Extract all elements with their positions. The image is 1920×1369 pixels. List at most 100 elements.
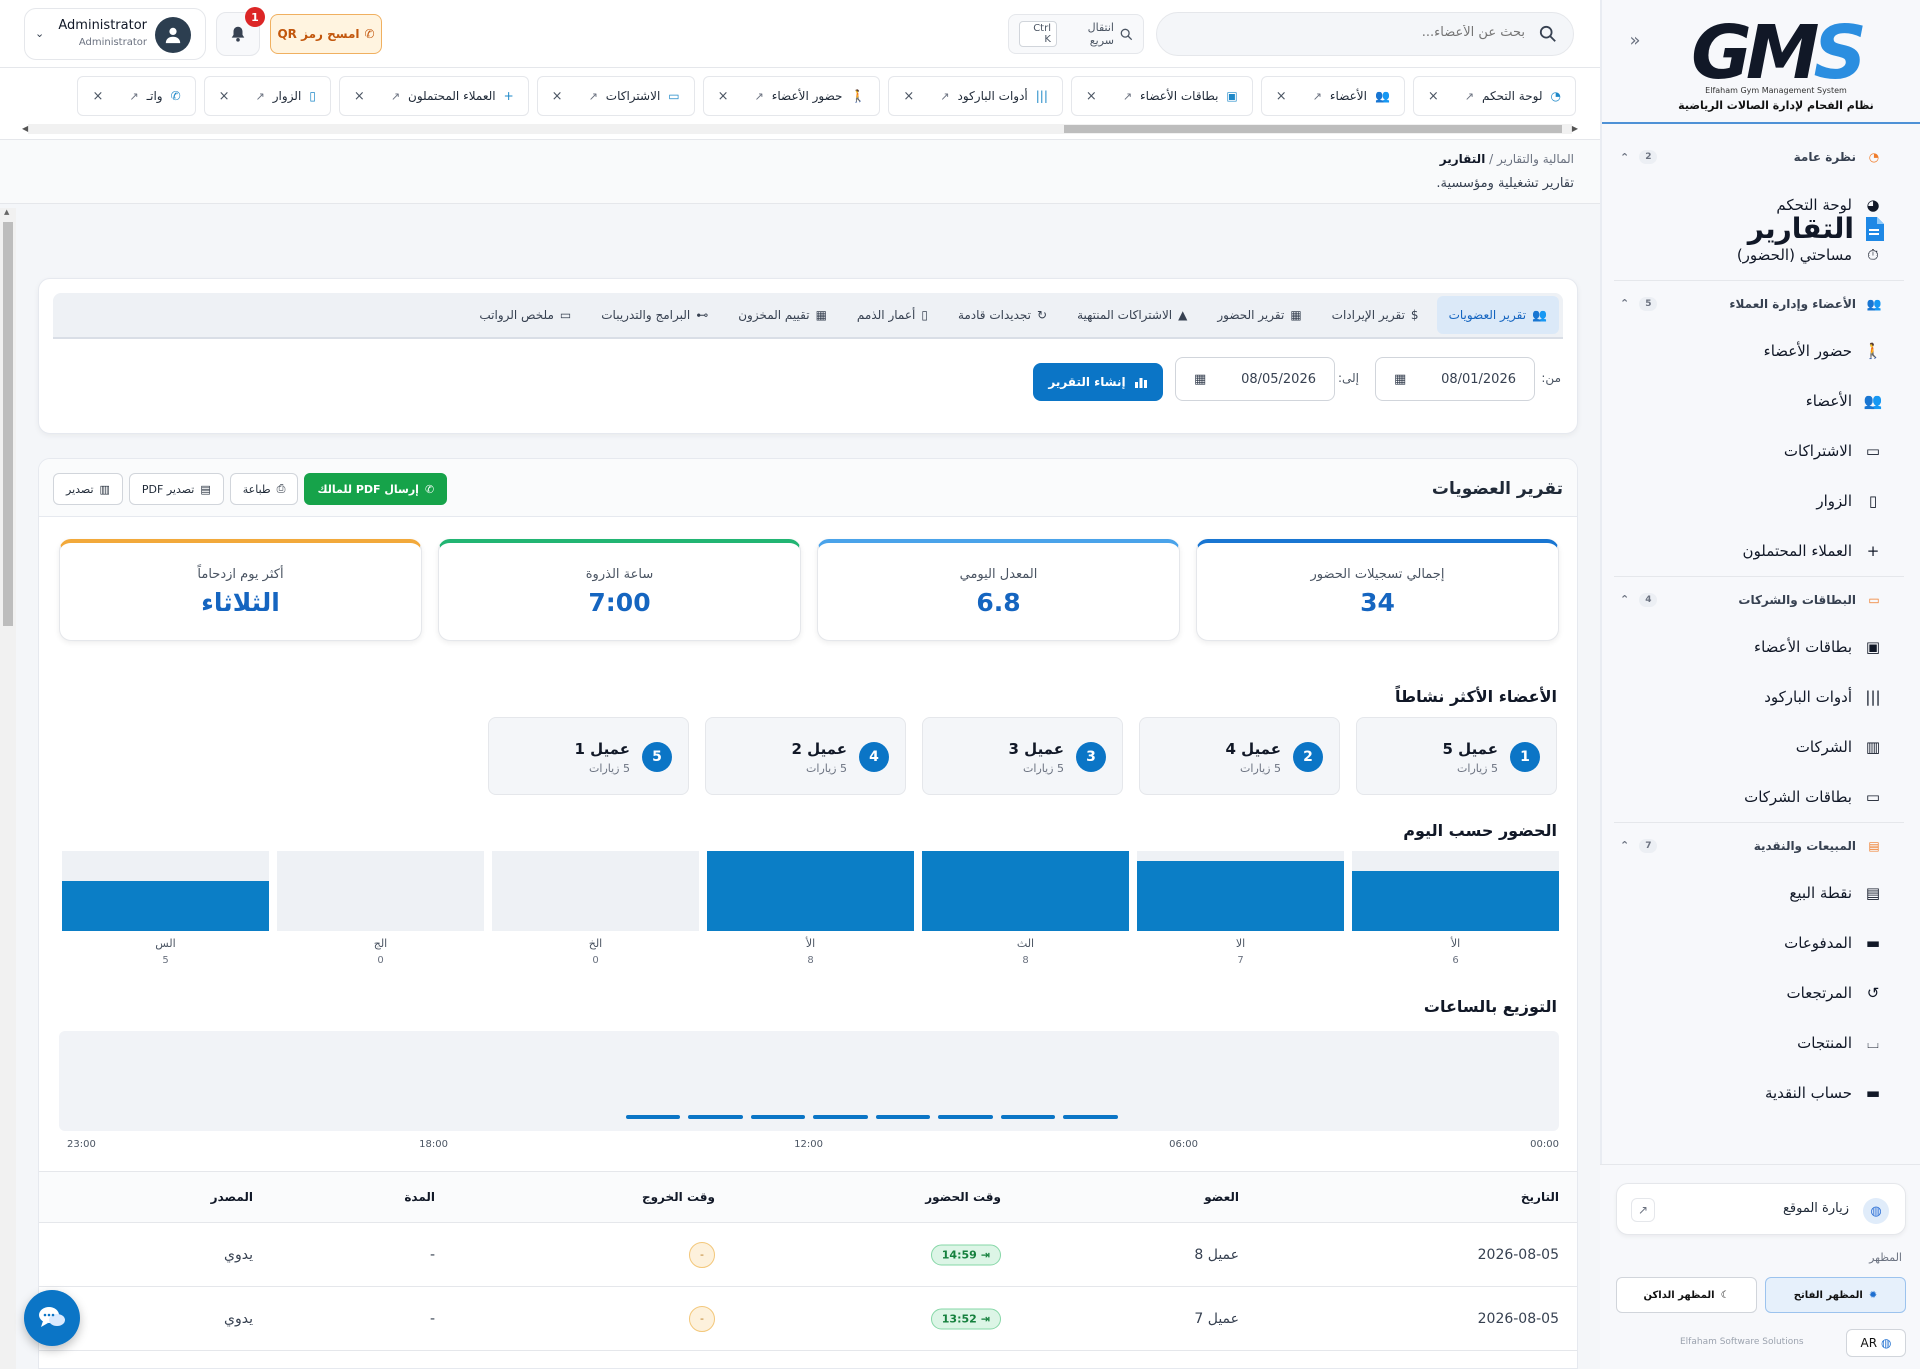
export-pdf-button[interactable]: ▤ تصدير PDF [128,473,224,505]
external-link-icon[interactable]: ↗ [1313,90,1322,103]
open-tab[interactable]: ▣ بطاقات الأعضاء ↗ × [1070,76,1253,116]
notification-count-badge: 1 [245,7,265,27]
sidebar-item[interactable]: ▬ المدفوعات [1614,918,1904,968]
sidebar-item[interactable]: ▭ بطاقات الشركات [1614,772,1904,822]
day-label: الث [1016,937,1035,950]
sidebar-item[interactable]: ||| أدوات الباركود [1614,672,1904,722]
to-date-input[interactable]: 08/05/2026 ▦ [1175,357,1335,401]
external-link-icon[interactable]: ↗ [755,90,764,103]
col-date[interactable]: التاريخ [1521,1190,1559,1204]
report-tab[interactable]: ▦ تقييم المخزون [726,296,839,334]
open-tab[interactable]: ▭ الاشتراكات ↗ × [536,76,695,116]
page-scrollbar[interactable]: ▲ [0,208,16,1369]
close-icon[interactable]: × [718,89,729,104]
table-row[interactable]: 2026-08-05 عميل 8 ⇥ 14:59 - - يدوي [39,1223,1577,1287]
open-tab[interactable]: ◔ لوحة التحكم ↗ × [1412,76,1576,116]
report-tab[interactable]: $ تقرير الإيرادات [1320,296,1431,334]
sidebar-item[interactable]: 👥 الأعضاء [1614,376,1904,426]
open-tab[interactable]: + العملاء المحتملون ↗ × [338,76,529,116]
external-link-icon[interactable]: ↗ [391,90,400,103]
member-search[interactable] [1156,12,1574,56]
col-check-in[interactable]: وقت الحضور [925,1190,1001,1204]
close-icon[interactable]: × [552,89,563,104]
send-pdf-owner-button[interactable]: ✆ إرسال PDF للمالك [304,473,448,505]
external-link-icon[interactable]: ↗ [940,90,949,103]
sidebar-item[interactable]: ↺ المرتجعات [1614,968,1904,1018]
quick-jump-button[interactable]: انتقال سريع Ctrl K [1008,14,1144,54]
language-button[interactable]: ◍ AR [1846,1329,1906,1357]
notifications-button[interactable]: 1 [216,7,265,56]
theme-light-button[interactable]: ✹ المظهر الفاتح [1765,1277,1906,1313]
nav-group-3[interactable]: ▤ المبيعات والنقدية 7 ⌃ [1614,822,1904,868]
nav-group-2[interactable]: ▭ البطاقات والشركات 4 ⌃ [1614,576,1904,622]
external-link-icon[interactable]: ↗ [256,90,265,103]
member-card[interactable]: 2 عميل 4 5 زيارات [1139,717,1340,795]
breadcrumb-parent[interactable]: المالية والتقارير [1497,152,1574,166]
member-card[interactable]: 1 عميل 5 5 زيارات [1356,717,1557,795]
report-tab[interactable]: ▯ أعمار الذمم [845,296,940,334]
cell-member: عميل 7 [1194,1310,1239,1327]
gms-logo[interactable]: GMS Elfaham Gym Management System نظام ا… [1676,16,1876,112]
open-tab[interactable]: 🚶 حضور الأعضاء ↗ × [702,76,881,116]
member-visits: 5 زيارات [806,762,847,775]
sidebar-item[interactable]: ▬ حساب النقدية [1614,1068,1904,1118]
nav-group-0[interactable]: ◔ نظرة عامة 2 ⌃ [1614,134,1904,180]
report-tab[interactable]: 👥 تقرير العضويات [1436,296,1559,334]
dollar-icon: $ [1410,308,1419,322]
scrollbar-thumb[interactable] [3,222,13,626]
open-tab[interactable]: ▯ الزوار ↗ × [203,76,331,116]
from-date-input[interactable]: 08/01/2026 ▦ [1375,357,1535,401]
scan-qr-button[interactable]: ✆ امسح رمز QR [270,14,382,54]
close-icon[interactable]: × [1276,89,1287,104]
open-tab[interactable]: ✆ واتـ ↗ × [77,76,196,116]
open-tab[interactable]: 👥 الأعضاء ↗ × [1260,76,1405,116]
col-duration[interactable]: المدة [404,1190,435,1204]
close-icon[interactable]: × [1428,89,1439,104]
report-tab[interactable]: ↻ تجديدات قادمة [946,296,1059,334]
theme-dark-button[interactable]: ☾ المظهر الداكن [1616,1277,1757,1313]
report-tab[interactable]: ▭ ملخص الرواتب [467,296,583,334]
col-check-out[interactable]: وقت الخروج [642,1190,715,1204]
external-link-icon[interactable]: ↗ [589,90,598,103]
close-icon[interactable]: × [354,89,365,104]
report-tab[interactable]: ▲ الاشتراكات المنتهية [1065,296,1199,334]
member-card[interactable]: 5 عميل 1 5 زيارات [488,717,689,795]
print-button[interactable]: ⎙ طباعة [229,473,299,505]
sidebar-item[interactable]: + العملاء المحتملون [1614,526,1904,576]
report-tab[interactable]: ▦ تقرير الحضور [1205,296,1313,334]
sidebar-item[interactable]: ▥ الشركات [1614,722,1904,772]
barcode-icon: ||| [1035,89,1048,103]
report-type-tabs: 👥 تقرير العضويات $ تقرير الإيرادات ▦ تقرير ال… [53,293,1563,339]
close-icon[interactable]: × [92,89,103,104]
chat-button[interactable] [24,1290,80,1346]
tabs-scrollbar[interactable]: ◀ ▶ [22,124,1578,134]
report-tab[interactable]: ⊶ البرامج والتدريبات [589,296,720,334]
sidebar-item[interactable]: ▯ الزوار [1614,476,1904,526]
user-menu[interactable]: Administrator Administrator ⌄ [24,8,206,60]
col-source[interactable]: المصدر [211,1190,253,1204]
sidebar-item[interactable]: 🚶 حضور الأعضاء [1614,326,1904,376]
sidebar-collapse-button[interactable]: « [1620,28,1650,52]
member-card[interactable]: 3 عميل 3 5 زيارات [922,717,1123,795]
sidebar-item[interactable]: ⌴ المنتجات [1614,1018,1904,1068]
generate-report-button[interactable]: إنشاء التقرير [1033,363,1163,401]
external-link-icon[interactable]: ↗ [1123,90,1132,103]
search-input[interactable] [1195,25,1525,40]
close-icon[interactable]: × [903,89,914,104]
export-button[interactable]: ▥ تصدير [53,473,123,505]
close-icon[interactable]: × [219,89,230,104]
member-visits: 5 زيارات [1023,762,1064,775]
col-member[interactable]: العضو [1204,1190,1239,1204]
sidebar-item[interactable]: ▭ الاشتراكات [1614,426,1904,476]
table-row[interactable]: 2026-08-05 عميل 7 ⇥ 13:52 - - يدوي [39,1287,1577,1351]
external-link-icon[interactable]: ↗ [1465,90,1474,103]
member-card[interactable]: 4 عميل 2 5 زيارات [705,717,906,795]
scrollbar-thumb[interactable] [1064,125,1562,133]
close-icon[interactable]: × [1086,89,1097,104]
sidebar-item[interactable]: ▤ نقطة البيع [1614,868,1904,918]
nav-group-1[interactable]: 👥 الأعضاء وإدارة العملاء 5 ⌃ [1614,280,1904,326]
visit-site-link[interactable]: ◍ زيارة الموقع ↗ [1616,1183,1906,1235]
open-tab[interactable]: ||| أدوات الباركود ↗ × [888,76,1063,116]
external-link-icon[interactable]: ↗ [129,90,138,103]
sidebar-item[interactable]: ▣ بطاقات الأعضاء [1614,622,1904,672]
